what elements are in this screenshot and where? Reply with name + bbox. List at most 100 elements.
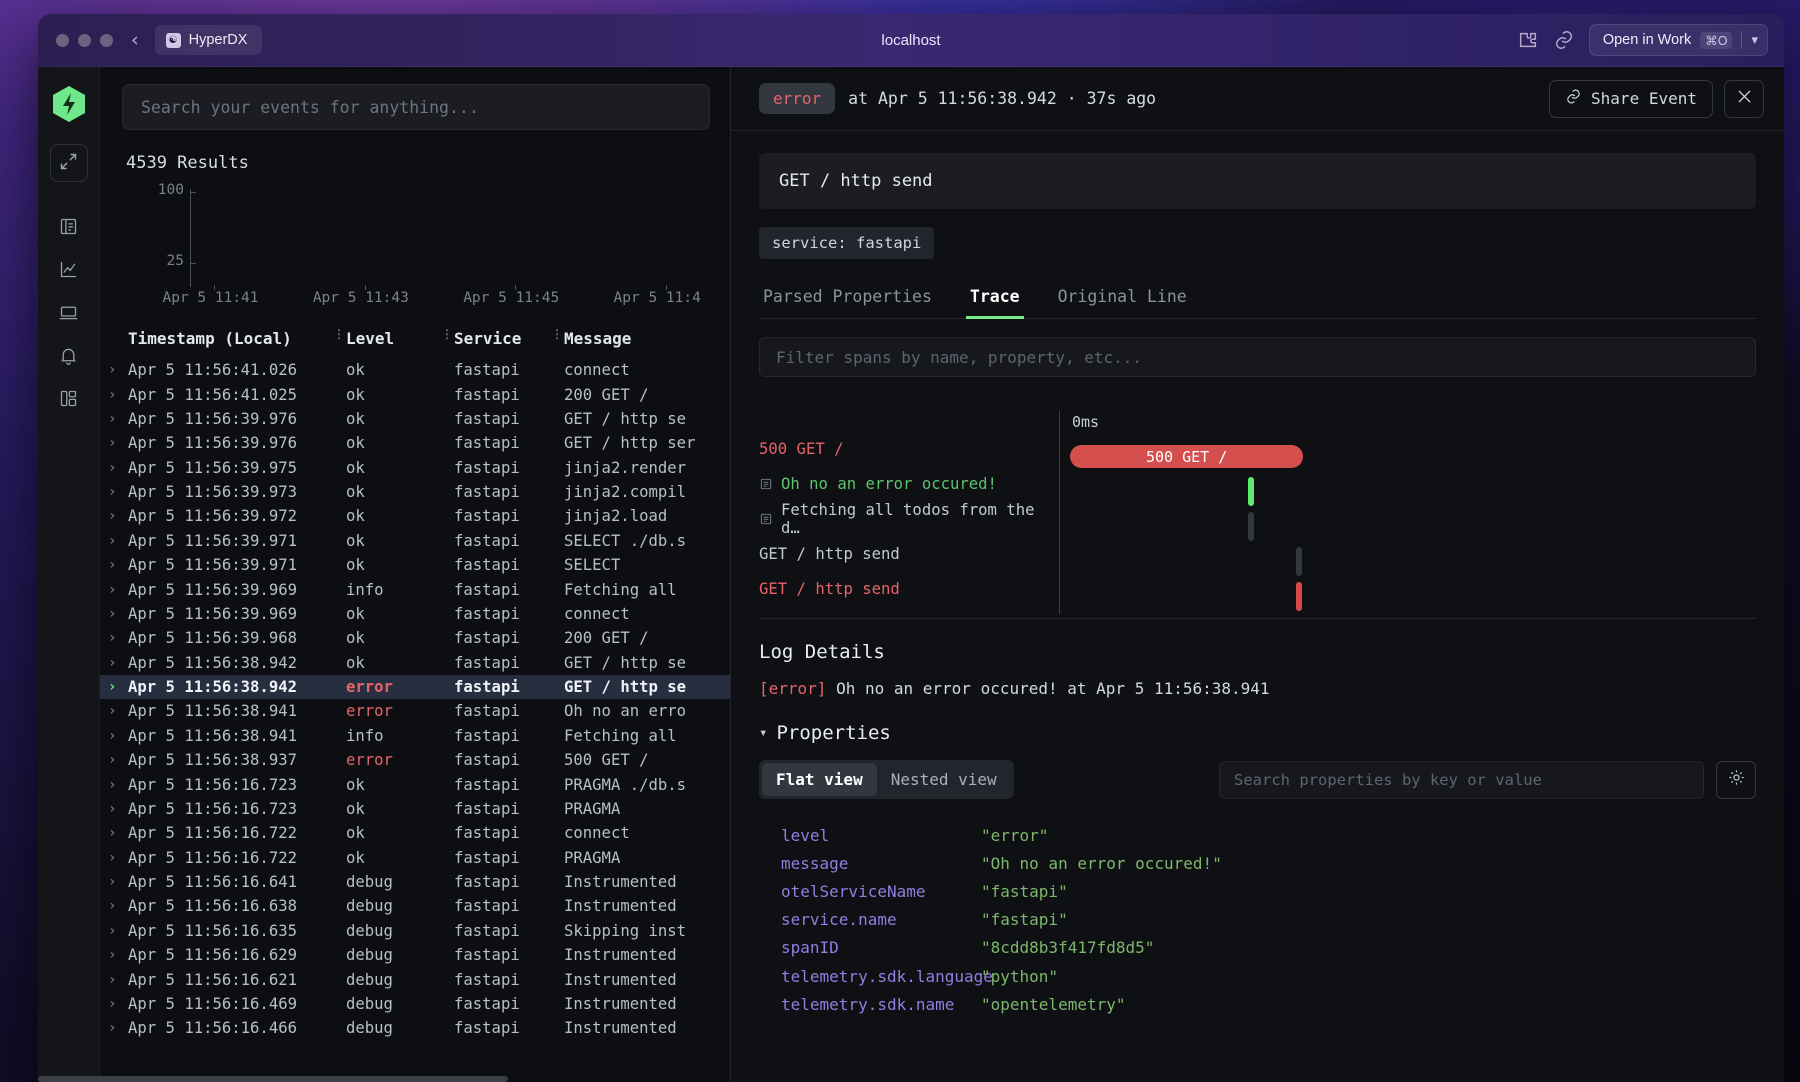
- expand-row-icon[interactable]: ›: [100, 651, 128, 675]
- table-row[interactable]: › Apr 5 11:56:39.971 ok fastapi SELECT: [100, 553, 730, 577]
- events-table-wrapper[interactable]: Timestamp (Local) ⋮ Level ⋮ Service ⋮ Me…: [100, 323, 730, 1082]
- table-row[interactable]: › Apr 5 11:56:41.026 ok fastapi connect: [100, 358, 730, 382]
- property-row[interactable]: message "Oh no an error occured!": [759, 849, 1756, 877]
- events-histogram[interactable]: 25 100 Apr 5 11:41 Apr 5 11:43 Apr 5 11:45 A…: [100, 182, 730, 313]
- properties-settings-button[interactable]: [1716, 760, 1756, 799]
- sidebar-item-search[interactable]: [50, 209, 88, 247]
- expand-row-icon[interactable]: ›: [100, 675, 128, 699]
- open-in-work-button[interactable]: Open in Work ⌘O ▾: [1588, 24, 1768, 56]
- trace-bar-row[interactable]: [1070, 579, 1756, 614]
- minimize-window-button[interactable]: [78, 33, 91, 47]
- expand-row-icon[interactable]: ›: [100, 724, 128, 748]
- horizontal-scrollbar[interactable]: [38, 1076, 1784, 1082]
- app-tab[interactable]: ☯ HyperDX: [154, 25, 263, 55]
- trace-bar-row[interactable]: [1070, 509, 1756, 544]
- trace-span-tick[interactable]: [1248, 477, 1255, 506]
- table-row[interactable]: › Apr 5 11:56:38.941 info fastapi Fetching a…: [100, 724, 730, 748]
- expand-row-icon[interactable]: ›: [100, 358, 128, 382]
- trace-bar-row[interactable]: [1070, 544, 1756, 579]
- properties-search-input[interactable]: Search properties by key or value: [1219, 760, 1704, 799]
- trace-span-name[interactable]: 500 GET /: [759, 431, 1059, 466]
- sidebar-item-alerts[interactable]: [50, 338, 88, 376]
- chevron-down-icon[interactable]: ▾: [759, 725, 767, 741]
- trace-span-name[interactable]: Fetching all todos from the d…: [759, 501, 1059, 537]
- expand-row-icon[interactable]: ›: [100, 456, 128, 480]
- trace-span-tick[interactable]: [1296, 547, 1303, 576]
- expand-row-icon[interactable]: ›: [100, 602, 128, 626]
- table-row[interactable]: › Apr 5 11:56:39.975 ok fastapi jinja2.rende…: [100, 456, 730, 480]
- property-row[interactable]: otelServiceName "fastapi": [759, 877, 1756, 905]
- expand-row-icon[interactable]: ›: [100, 821, 128, 845]
- table-row[interactable]: › Apr 5 11:56:39.969 info fastapi Fetching a…: [100, 577, 730, 601]
- trace-bar-row[interactable]: 500 GET /: [1070, 439, 1756, 474]
- table-row[interactable]: › Apr 5 11:56:39.972 ok fastapi jinja2.load: [100, 504, 730, 528]
- table-row[interactable]: › Apr 5 11:56:39.973 ok fastapi jinja2.compi…: [100, 480, 730, 504]
- table-row[interactable]: › Apr 5 11:56:41.025 ok fastapi 200 GET /: [100, 382, 730, 406]
- table-row[interactable]: › Apr 5 11:56:16.469 debug fastapi Instrumen…: [100, 992, 730, 1016]
- column-header-message[interactable]: ⋮ Message: [551, 323, 730, 358]
- table-row[interactable]: › Apr 5 11:56:39.968 ok fastapi 200 GET /: [100, 626, 730, 650]
- expand-row-icon[interactable]: ›: [100, 797, 128, 821]
- tab-trace[interactable]: Trace: [965, 281, 1024, 319]
- property-row[interactable]: telemetry.sdk.language "python": [759, 962, 1756, 990]
- chevron-down-icon[interactable]: ▾: [1751, 33, 1758, 48]
- trace-span-name[interactable]: GET / http send: [759, 536, 1059, 571]
- trace-span-tick[interactable]: [1296, 582, 1303, 611]
- trace-bar-row[interactable]: [1070, 474, 1756, 509]
- expand-row-icon[interactable]: ›: [100, 846, 128, 870]
- table-row[interactable]: › Apr 5 11:56:16.722 ok fastapi PRAGMA: [100, 846, 730, 870]
- expand-row-icon[interactable]: ›: [100, 870, 128, 894]
- property-row[interactable]: service.name "fastapi": [759, 906, 1756, 934]
- expand-row-icon[interactable]: ›: [100, 748, 128, 772]
- trace-span-name[interactable]: GET / http send: [759, 571, 1059, 606]
- expand-row-icon[interactable]: ›: [100, 967, 128, 991]
- table-row[interactable]: › Apr 5 11:56:39.969 ok fastapi connect: [100, 602, 730, 626]
- column-header-service[interactable]: ⋮ Service: [441, 323, 564, 358]
- expand-row-icon[interactable]: ›: [100, 407, 128, 431]
- column-header-level[interactable]: ⋮ Level: [333, 323, 454, 358]
- expand-row-icon[interactable]: ›: [100, 626, 128, 650]
- table-row[interactable]: › Apr 5 11:56:16.641 debug fastapi Instrumen…: [100, 870, 730, 894]
- column-grip-icon[interactable]: ⋮: [333, 328, 345, 340]
- back-navigation-icon[interactable]: ‹: [131, 30, 139, 50]
- trace-span-name[interactable]: Oh no an error occured!: [759, 466, 1059, 501]
- close-window-button[interactable]: [56, 33, 69, 47]
- search-input[interactable]: Search your events for anything...: [122, 84, 710, 130]
- table-row[interactable]: › Apr 5 11:56:16.723 ok fastapi PRAGMA: [100, 797, 730, 821]
- table-row[interactable]: › Apr 5 11:56:38.942 ok fastapi GET / http s…: [100, 651, 730, 675]
- tab-original-line[interactable]: Original Line: [1054, 281, 1191, 318]
- table-row[interactable]: › Apr 5 11:56:16.638 debug fastapi Instrumen…: [100, 894, 730, 918]
- expand-row-icon[interactable]: ›: [100, 431, 128, 455]
- expand-row-icon[interactable]: ›: [100, 943, 128, 967]
- column-header-timestamp[interactable]: Timestamp (Local): [128, 323, 346, 358]
- expand-row-icon[interactable]: ›: [100, 529, 128, 553]
- table-row[interactable]: › Apr 5 11:56:16.722 ok fastapi connect: [100, 821, 730, 845]
- expand-row-icon[interactable]: ›: [100, 553, 128, 577]
- service-chip[interactable]: service: fastapi: [759, 227, 935, 259]
- table-row[interactable]: › Apr 5 11:56:38.937 error fastapi 500 GET /: [100, 748, 730, 772]
- column-grip-icon[interactable]: ⋮: [441, 328, 453, 340]
- expand-row-icon[interactable]: ›: [100, 699, 128, 723]
- table-row[interactable]: › Apr 5 11:56:16.629 debug fastapi Instrumen…: [100, 943, 730, 967]
- trace-span-bar[interactable]: 500 GET /: [1070, 445, 1304, 468]
- table-row[interactable]: › Apr 5 11:56:16.466 debug fastapi Instrumen…: [100, 1016, 730, 1040]
- property-row[interactable]: telemetry.sdk.name "opentelemetry": [759, 990, 1756, 1018]
- expand-row-icon[interactable]: ›: [100, 772, 128, 796]
- properties-section-header[interactable]: ▾ Properties: [759, 722, 1756, 744]
- table-row[interactable]: › Apr 5 11:56:16.635 debug fastapi Skipping …: [100, 919, 730, 943]
- sidebar-item-dashboards[interactable]: [50, 381, 88, 419]
- link-icon[interactable]: [1553, 29, 1575, 51]
- table-row[interactable]: › Apr 5 11:56:38.942 error fastapi GET / htt…: [100, 674, 730, 700]
- tab-parsed-properties[interactable]: Parsed Properties: [759, 281, 936, 318]
- property-row[interactable]: level "error": [759, 821, 1756, 849]
- expand-row-icon[interactable]: ›: [100, 480, 128, 504]
- maximize-window-button[interactable]: [100, 33, 113, 47]
- flat-view-button[interactable]: Flat view: [762, 763, 877, 796]
- table-row[interactable]: › Apr 5 11:56:39.976 ok fastapi GET / http s…: [100, 407, 730, 431]
- trace-span-tick[interactable]: [1248, 512, 1255, 541]
- share-event-button[interactable]: Share Event: [1549, 79, 1713, 118]
- table-row[interactable]: › Apr 5 11:56:38.941 error fastapi Oh no an …: [100, 699, 730, 723]
- sidebar-item-expand[interactable]: [49, 144, 88, 182]
- table-row[interactable]: › Apr 5 11:56:39.976 ok fastapi GET / http s…: [100, 431, 730, 455]
- table-row[interactable]: › Apr 5 11:56:16.723 ok fastapi PRAGMA ./db.…: [100, 772, 730, 796]
